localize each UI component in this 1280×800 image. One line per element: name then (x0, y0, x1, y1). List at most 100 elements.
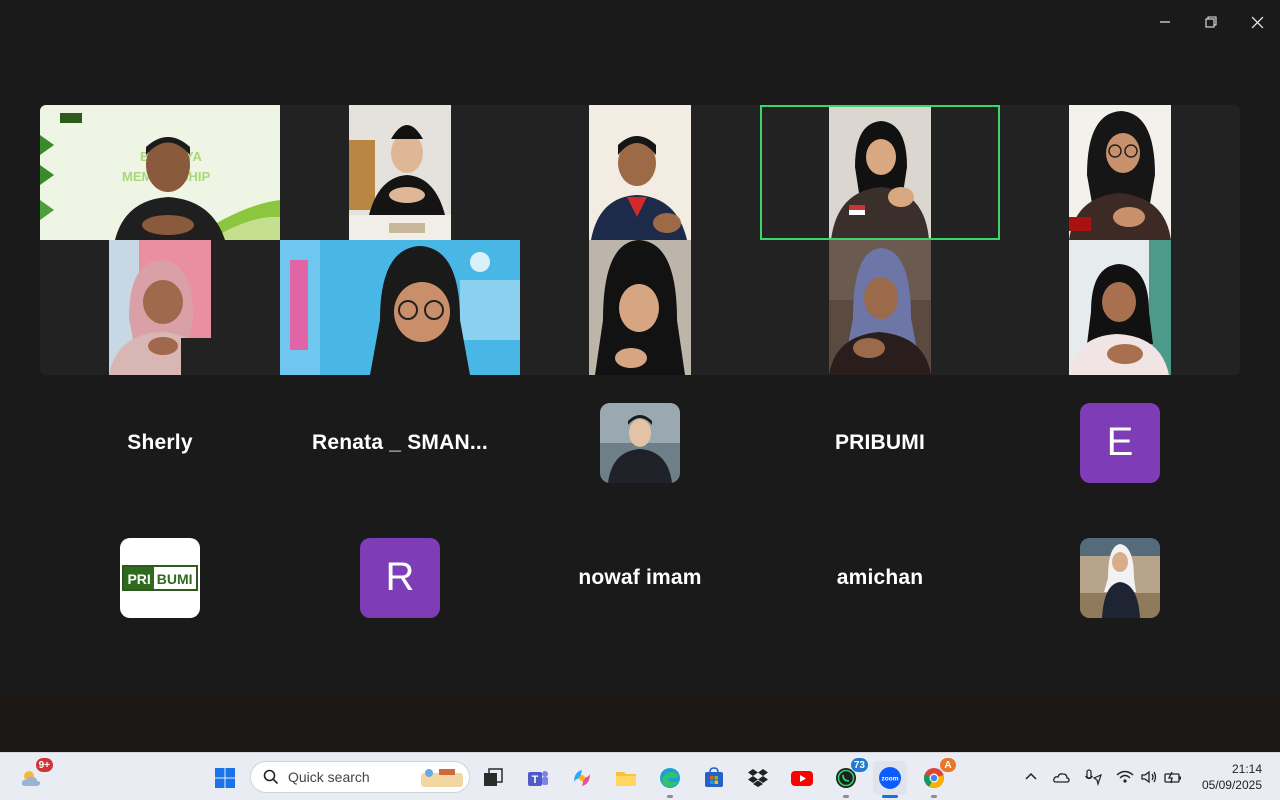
search-placeholder: Quick search (288, 769, 370, 785)
minimize-button[interactable] (1142, 0, 1188, 44)
volume-tray[interactable] (1140, 767, 1158, 787)
participant-video (280, 240, 520, 375)
dropbox-app[interactable] (741, 761, 775, 795)
participant-video (349, 105, 451, 240)
search-icon (263, 769, 279, 785)
store-icon (705, 767, 723, 787)
running-indicator (667, 795, 673, 798)
participant-video (1069, 240, 1171, 375)
edge-icon (660, 768, 680, 788)
chevron-up-icon (1025, 772, 1037, 780)
profile-photo-avatar (600, 402, 680, 483)
cloud-icon (1053, 773, 1070, 783)
video-tile-host[interactable]: BERDAYA MEMBERSHIP (40, 105, 280, 240)
participant-tile-photo[interactable] (520, 375, 760, 510)
restore-icon (1205, 16, 1217, 28)
participant-tile-nowaf[interactable]: nowaf imam (520, 510, 760, 645)
windows-logo-icon (215, 768, 235, 788)
restore-button[interactable] (1188, 0, 1234, 44)
video-tile[interactable] (40, 240, 280, 375)
clock-date: 05/09/2025 (1201, 778, 1262, 792)
weather-widget[interactable]: 9+ (14, 757, 54, 795)
zoom-meeting-window: BERDAYA MEMBERSHIP (0, 0, 1280, 752)
microphone-tray[interactable] (1084, 767, 1102, 787)
search-highlight-illustration (421, 769, 463, 787)
edge-app[interactable] (653, 761, 687, 798)
task-view-icon (484, 768, 503, 786)
copilot-app[interactable] (565, 761, 599, 795)
show-hidden-icons-button[interactable] (1022, 767, 1040, 787)
letter-avatar: R (360, 537, 440, 618)
running-indicator (931, 795, 937, 798)
participant-tile-amichan[interactable]: amichan (760, 510, 1000, 645)
svg-text:zoom: zoom (882, 776, 899, 783)
close-button[interactable] (1234, 0, 1280, 44)
participant-video (589, 105, 691, 240)
svg-text:T: T (532, 774, 539, 786)
task-view-button[interactable] (476, 761, 510, 795)
participant-tile-pribumi[interactable]: PRIBUMI (760, 375, 1000, 510)
taskbar: 9+ Quick search T 73 zoom A 21:14 05/09/… (0, 752, 1280, 800)
battery-tray[interactable] (1164, 767, 1182, 787)
folder-icon (616, 772, 636, 786)
minimize-icon (1160, 21, 1170, 23)
pribumi-logo: PRI BUMI (122, 564, 198, 591)
video-tile-active-speaker[interactable] (760, 105, 1000, 240)
microphone-location-icon (1085, 769, 1102, 786)
teams-app[interactable]: T (521, 761, 555, 795)
onedrive-tray[interactable] (1052, 767, 1070, 787)
participant-video (1069, 105, 1171, 240)
participant-name: amichan (836, 565, 924, 589)
participant-name: Renata _ SMAN... (312, 430, 488, 454)
weather-badge: 9+ (34, 757, 54, 773)
wifi-icon (1116, 770, 1134, 783)
pribumi-logo-avatar: PRI BUMI (120, 537, 200, 618)
participant-name: PRIBUMI (834, 430, 926, 454)
participant-name: nowaf imam (578, 565, 702, 589)
battery-charging-icon (1164, 771, 1181, 784)
meeting-bottom-area (0, 695, 1280, 752)
whatsapp-badge: 73 (849, 757, 869, 773)
video-tile[interactable] (280, 240, 520, 375)
participant-tile-photo[interactable] (1000, 510, 1240, 645)
youtube-icon (791, 771, 813, 786)
zoom-icon: zoom (879, 767, 901, 789)
participant-video (829, 240, 931, 375)
video-tile[interactable] (1000, 105, 1240, 240)
clock-time: 21:14 (1231, 762, 1262, 776)
video-tile[interactable] (760, 240, 1000, 375)
participant-tile-r[interactable]: R (280, 510, 520, 645)
participant-tile-pribumi-logo[interactable]: PRI BUMI (40, 510, 280, 645)
video-gallery: BERDAYA MEMBERSHIP (40, 105, 1240, 375)
video-tile[interactable] (520, 240, 760, 375)
participant-video: BERDAYA MEMBERSHIP (40, 105, 280, 240)
youtube-app[interactable] (785, 761, 819, 795)
participant-tile-e[interactable]: E (1000, 375, 1240, 510)
letter-avatar: E (1080, 402, 1160, 483)
copilot-icon (574, 770, 590, 786)
active-indicator (882, 795, 898, 798)
whatsapp-app[interactable]: 73 (829, 757, 869, 798)
taskbar-search-box[interactable]: Quick search (250, 761, 470, 793)
participant-tile-renata[interactable]: Renata _ SMAN... (280, 375, 520, 510)
profile-photo-avatar (1080, 537, 1160, 618)
video-tile[interactable] (280, 105, 520, 240)
zoom-app[interactable]: zoom (873, 761, 907, 798)
video-tile[interactable] (520, 105, 760, 240)
participant-tile-sherly[interactable]: Sherly (40, 375, 280, 510)
chrome-app[interactable]: A (917, 757, 957, 798)
video-tile[interactable] (1000, 240, 1240, 375)
file-explorer-app[interactable] (609, 761, 643, 795)
store-app[interactable] (697, 761, 731, 795)
taskbar-clock[interactable]: 21:14 05/09/2025 (1202, 761, 1262, 793)
participant-video (109, 240, 211, 375)
teams-icon: T (528, 771, 548, 786)
participant-video (829, 105, 931, 240)
dropbox-icon (748, 769, 768, 787)
close-icon (1251, 16, 1263, 28)
chrome-profile-badge: A (939, 757, 957, 773)
start-button[interactable] (208, 761, 242, 795)
wifi-tray[interactable] (1116, 767, 1134, 787)
participant-video (589, 240, 691, 375)
participant-name: Sherly (127, 430, 193, 454)
